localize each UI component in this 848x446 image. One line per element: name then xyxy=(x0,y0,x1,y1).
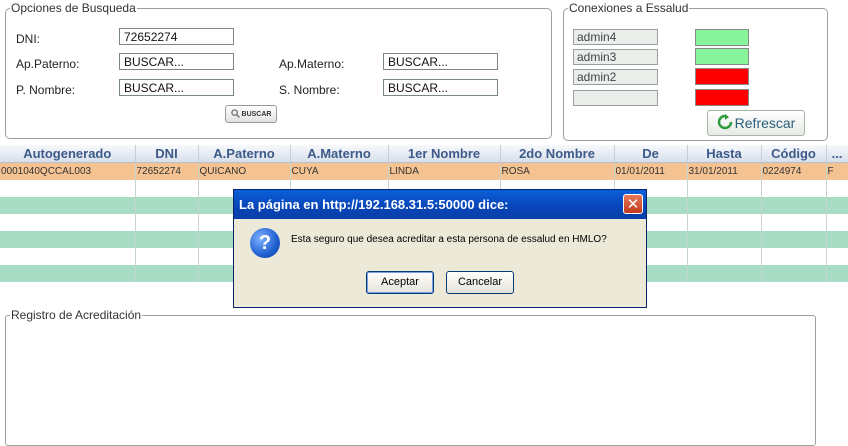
col-codigo-header[interactable]: Código xyxy=(761,145,827,163)
dni-label: DNI: xyxy=(16,32,40,46)
cell-1er-nombre: LINDA xyxy=(388,162,501,180)
cell-de: 01/01/2011 xyxy=(614,162,688,180)
buscar-button[interactable]: BUSCAR xyxy=(225,105,277,123)
table-header-row: Autogenerado DNI A.Paterno A.Materno 1er… xyxy=(0,145,848,163)
table-row[interactable]: 0001040QCCAL003 72652274 QUICANO CUYA LI… xyxy=(0,162,848,180)
confirm-dialog: La página en http://192.168.31.5:50000 d… xyxy=(233,189,647,308)
cell-autogenerado: 0001040QCCAL003 xyxy=(0,162,136,180)
connection-name-admin2: admin2 xyxy=(573,69,658,85)
connection-status-admin2 xyxy=(695,68,749,85)
magnifier-icon xyxy=(230,108,240,120)
connection-name-admin4: admin4 xyxy=(573,29,658,45)
s-nombre-label: S. Nombre: xyxy=(279,83,340,97)
cell-more: F xyxy=(826,162,848,180)
connection-status-admin3 xyxy=(695,48,749,65)
ap-materno-input[interactable] xyxy=(383,53,498,70)
col-a-paterno-header[interactable]: A.Paterno xyxy=(198,145,291,163)
dialog-message: Esta seguro que desea acreditar a esta p… xyxy=(291,234,607,245)
question-icon: ? xyxy=(250,228,280,258)
cell-2do-nombre: ROSA xyxy=(500,162,615,180)
col-more-header[interactable]: ... xyxy=(826,145,848,163)
search-options-legend: Opciones de Busqueda xyxy=(11,1,136,15)
col-de-header[interactable]: De xyxy=(614,145,688,163)
cell-codigo: 0224974 xyxy=(761,162,827,180)
ap-paterno-label: Ap.Paterno: xyxy=(16,57,80,71)
connection-status-admin4 xyxy=(695,29,749,46)
cell-dni: 72652274 xyxy=(135,162,199,180)
refresh-button-label: Refrescar xyxy=(734,115,796,131)
s-nombre-input[interactable] xyxy=(383,79,498,96)
connection-status-empty xyxy=(695,89,749,106)
close-icon[interactable]: ✕ xyxy=(623,194,643,214)
p-nombre-label: P. Nombre: xyxy=(16,83,76,97)
connections-legend: Conexiones a Essalud xyxy=(569,1,689,15)
dni-input[interactable] xyxy=(119,28,234,45)
registro-panel: Registro de Acreditación xyxy=(5,308,816,446)
ap-materno-label: Ap.Materno: xyxy=(279,57,345,71)
connection-name-admin3: admin3 xyxy=(573,49,658,65)
p-nombre-input[interactable] xyxy=(119,79,234,96)
registro-legend: Registro de Acreditación xyxy=(11,308,142,322)
connection-name-empty xyxy=(573,90,658,106)
col-2do-nombre-header[interactable]: 2do Nombre xyxy=(500,145,615,163)
cancel-button[interactable]: Cancelar xyxy=(446,271,514,294)
buscar-button-label: BUSCAR xyxy=(241,110,272,118)
col-dni-header[interactable]: DNI xyxy=(135,145,199,163)
refresh-button[interactable]: Refrescar xyxy=(707,110,805,136)
ap-paterno-input[interactable] xyxy=(119,53,234,70)
dialog-title: La página en http://192.168.31.5:50000 d… xyxy=(239,197,509,212)
col-hasta-header[interactable]: Hasta xyxy=(687,145,762,163)
cell-hasta: 31/01/2011 xyxy=(687,162,762,180)
accept-button[interactable]: Aceptar xyxy=(366,271,434,294)
col-a-materno-header[interactable]: A.Materno xyxy=(290,145,389,163)
cell-a-paterno: QUICANO xyxy=(198,162,291,180)
col-1er-nombre-header[interactable]: 1er Nombre xyxy=(388,145,501,163)
refresh-icon xyxy=(717,113,733,133)
col-autogenerado-header[interactable]: Autogenerado xyxy=(0,145,136,163)
dialog-title-bar[interactable]: La página en http://192.168.31.5:50000 d… xyxy=(234,190,646,219)
cell-a-materno: CUYA xyxy=(290,162,389,180)
